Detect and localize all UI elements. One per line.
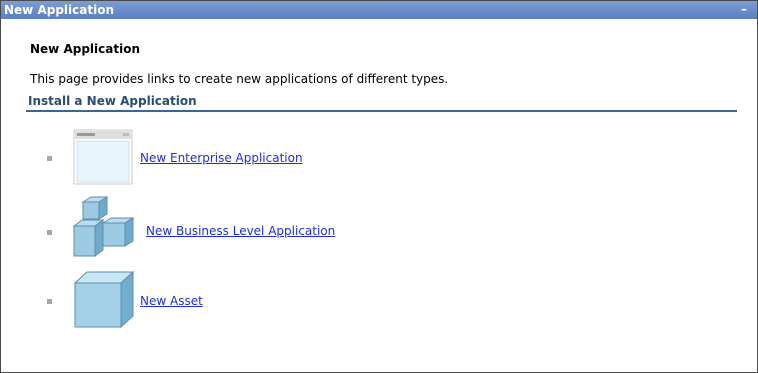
new-application-panel: New Application – New Application This p…	[0, 0, 758, 373]
bullet-icon	[47, 230, 52, 235]
panel-titlebar: New Application –	[1, 1, 757, 19]
collapse-icon[interactable]: –	[741, 1, 751, 19]
panel-title: New Application	[4, 3, 114, 17]
new-asset-link[interactable]: New Asset	[140, 294, 203, 308]
page-heading: New Application	[30, 42, 140, 56]
business-app-cubes-icon	[72, 196, 135, 257]
list-item-asset: New Asset	[47, 270, 447, 369]
page-description: This page provides links to create new a…	[30, 72, 449, 86]
enterprise-app-window-icon	[73, 129, 133, 185]
section-divider	[26, 110, 737, 112]
bullet-icon	[47, 156, 52, 161]
new-enterprise-application-link[interactable]: New Enterprise Application	[140, 151, 303, 165]
new-business-level-application-link[interactable]: New Business Level Application	[146, 224, 335, 238]
section-title: Install a New Application	[28, 94, 197, 108]
asset-cube-icon	[73, 270, 135, 329]
bullet-icon	[47, 299, 52, 304]
